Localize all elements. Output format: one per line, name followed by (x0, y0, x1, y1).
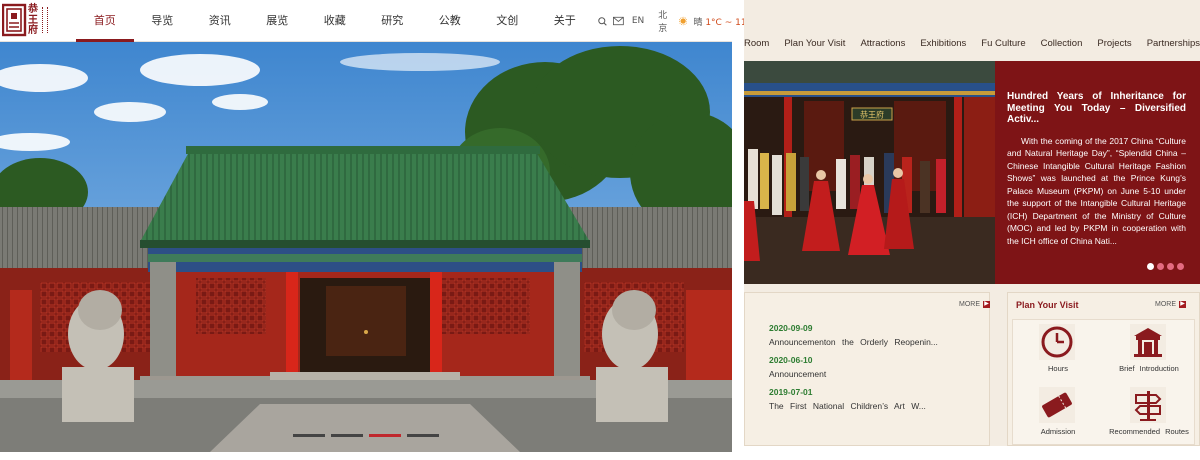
featured-title[interactable]: Hundred Years of Inheritance for Meeting… (1007, 91, 1186, 126)
en-site-panel: Room Plan Your Visit Attractions Exhibition… (744, 0, 1200, 446)
cn-nav-item[interactable]: 首页 (76, 0, 134, 42)
plan-visit-grid: Hours Brief Introduction Admission Recommen… (1012, 319, 1195, 445)
carousel-indicators (293, 434, 439, 437)
route-sign-icon (1130, 387, 1166, 423)
mail-icon[interactable] (613, 16, 624, 26)
sun-icon (679, 16, 688, 26)
announcement-title[interactable]: The First National Children’s Art W... (769, 401, 959, 411)
cn-header-tools: EN 北京 晴 1°C ~ 11°C (598, 0, 757, 42)
carousel-dot[interactable] (369, 434, 401, 437)
en-nav-item[interactable]: Attractions (860, 38, 905, 54)
search-icon[interactable] (598, 16, 607, 27)
announcement-date: 2019-07-01 (769, 387, 813, 397)
carousel-dot[interactable] (293, 434, 325, 437)
cn-header: 恭王府 首页 导览 资讯 展览 收藏 研究 公教 文创 关于 EN 北京 晴 1°C ~ 11°… (0, 0, 757, 42)
cn-nav-item[interactable]: 文创 (479, 0, 537, 42)
featured-dot[interactable] (1157, 263, 1164, 270)
cn-nav-item[interactable]: 研究 (364, 0, 422, 42)
en-nav-item[interactable]: Partnerships (1147, 38, 1200, 54)
announcements-panel: MORE ▶ 2020-09-09 Announcementon the Orde… (744, 292, 990, 446)
en-main-nav: Room Plan Your Visit Attractions Exhibition… (744, 38, 1200, 54)
more-label: MORE (1155, 301, 1176, 308)
hero-banner-image[interactable] (0, 42, 732, 452)
announcement-title[interactable]: Announcementon the Orderly Reopenin... (769, 337, 959, 347)
language-switch[interactable]: EN (632, 16, 644, 26)
city-label: 北京 (658, 11, 668, 34)
announcement-title[interactable]: Announcement (769, 369, 959, 379)
plan-visit-title: Plan Your Visit (1016, 300, 1079, 310)
announcement-date: 2020-09-09 (769, 323, 813, 333)
plan-visit-label: Admission (1040, 427, 1076, 436)
plan-visit-label: Brief Introduction (1119, 364, 1179, 373)
arrow-right-icon: ▶ (1179, 301, 1186, 308)
plan-visit-item[interactable]: Admission (1013, 383, 1103, 445)
announcement-date: 2020-06-10 (769, 355, 813, 365)
cn-main-nav: 首页 导览 资讯 展览 收藏 研究 公教 文创 关于 (76, 0, 594, 42)
site-logo[interactable]: 恭王府 (1, 3, 52, 39)
hero-photo[interactable]: 恭王府 (744, 61, 995, 284)
en-nav-item[interactable]: Exhibitions (920, 38, 966, 54)
plan-visit-more-link[interactable]: MORE ▶ (1155, 301, 1186, 308)
more-label: MORE (959, 301, 980, 308)
announcement-item[interactable]: 2020-06-10 Announcement (769, 355, 959, 379)
screenshot-composite: 恭王府 首页 导览 资讯 展览 收藏 研究 公教 文创 关于 EN 北京 晴 1°C ~ 11°… (0, 0, 1200, 460)
cn-nav-item[interactable]: 关于 (536, 0, 594, 42)
featured-excerpt: With the coming of the 2017 China “Cultu… (1007, 135, 1186, 246)
featured-dot[interactable] (1177, 263, 1184, 270)
featured-dot[interactable] (1167, 263, 1174, 270)
cn-nav-item[interactable]: 资讯 (191, 0, 249, 42)
featured-carousel-dots (1147, 263, 1184, 270)
en-nav-item[interactable]: Projects (1097, 38, 1131, 54)
plan-visit-panel: Plan Your Visit MORE ▶ Hours Brief Introd… (1007, 292, 1200, 446)
pavilion-icon (1130, 324, 1166, 360)
logo-text: 恭王府 (28, 4, 38, 36)
announcements-more-link[interactable]: MORE ▶ (959, 301, 990, 308)
plan-visit-label: Hours (1047, 364, 1068, 373)
cn-site-panel: 恭王府 首页 导览 资讯 展览 收藏 研究 公教 文创 关于 EN 北京 晴 1°C ~ 11°… (0, 0, 757, 452)
cn-nav-item[interactable]: 展览 (249, 0, 307, 42)
plan-visit-item[interactable]: Brief Introduction (1104, 320, 1194, 382)
cn-nav-item[interactable]: 公教 (421, 0, 479, 42)
en-nav-item[interactable]: Plan Your Visit (784, 38, 845, 54)
cn-nav-item[interactable]: 收藏 (306, 0, 364, 42)
featured-dot[interactable] (1147, 263, 1154, 270)
announcement-item[interactable]: 2020-09-09 Announcementon the Orderly Reo… (769, 323, 959, 347)
plan-visit-item[interactable]: Recommended Routes (1104, 383, 1194, 445)
weather-text: 晴 (693, 17, 703, 28)
logo-vertical-script (42, 7, 48, 33)
clock-icon (1039, 324, 1075, 360)
en-nav-item[interactable]: Fu Culture (981, 38, 1025, 54)
plan-visit-label: Recommended Routes (1109, 427, 1189, 436)
arrow-right-icon: ▶ (983, 301, 990, 308)
carousel-dot[interactable] (407, 434, 439, 437)
ticket-icon (1039, 387, 1075, 423)
en-nav-item[interactable]: Collection (1041, 38, 1083, 54)
hero-photo-sign: 恭王府 (860, 110, 884, 120)
cn-nav-item[interactable]: 导览 (134, 0, 192, 42)
plan-visit-item[interactable]: Hours (1013, 320, 1103, 382)
announcement-item[interactable]: 2019-07-01 The First National Children’s … (769, 387, 959, 411)
featured-article[interactable]: Hundred Years of Inheritance for Meeting… (995, 61, 1200, 284)
en-nav-item[interactable]: Room (744, 38, 769, 54)
carousel-dot[interactable] (331, 434, 363, 437)
